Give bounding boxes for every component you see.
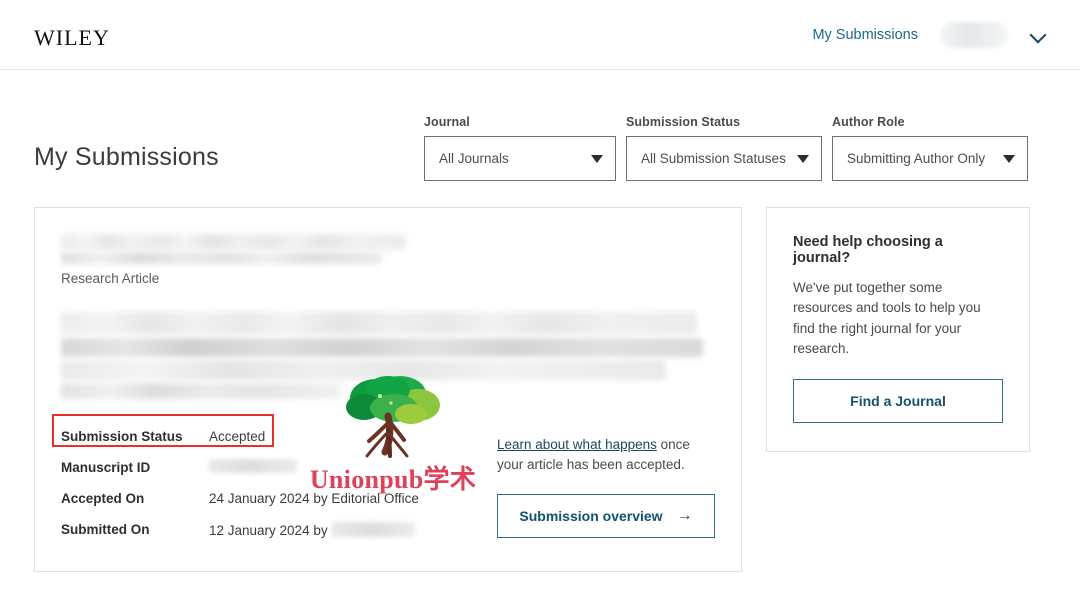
wiley-logo[interactable]: Wiley bbox=[34, 19, 110, 50]
abstract-line bbox=[61, 338, 703, 357]
abstract-line bbox=[61, 360, 666, 380]
page-title: My Submissions bbox=[34, 143, 219, 171]
meta-value: 12 January 2024 by bbox=[209, 521, 415, 538]
submission-title-redacted bbox=[61, 234, 406, 250]
submission-overview-button[interactable]: Submission overview → bbox=[497, 494, 715, 539]
journal-select[interactable]: All Journals bbox=[424, 136, 616, 181]
submission-status-select-value: All Submission Statuses bbox=[641, 151, 786, 166]
filter-bar: Journal All Journals Submission Status A… bbox=[424, 115, 1028, 181]
meta-key: Submitted On bbox=[61, 522, 150, 537]
meta-key: Manuscript ID bbox=[61, 460, 151, 475]
account-name-redacted[interactable] bbox=[940, 21, 1008, 48]
table-row: Submitted On 12 January 2024 by bbox=[61, 514, 461, 545]
help-card-title: Need help choosing a journal? bbox=[793, 234, 943, 266]
filter-author-role: Author Role Submitting Author Only bbox=[832, 115, 1028, 181]
meta-key: Submission Status bbox=[61, 429, 183, 444]
meta-key: Accepted On bbox=[61, 491, 145, 506]
filter-journal: Journal All Journals bbox=[424, 115, 616, 181]
abstract-line bbox=[61, 383, 341, 399]
filter-journal-label: Journal bbox=[424, 115, 470, 129]
submitter-name-redacted bbox=[330, 521, 415, 537]
submission-details-area: Submission Status Accepted Manuscript ID… bbox=[52, 414, 715, 545]
meta-value: 24 January 2024 by Editorial Office bbox=[209, 491, 419, 506]
help-choosing-journal-card: Need help choosing a journal? We've put … bbox=[766, 207, 1030, 452]
filter-submission-status: Submission Status All Submission Statuse… bbox=[626, 115, 822, 181]
submitted-on-value: 12 January 2024 by bbox=[209, 522, 328, 538]
header-right-group: My Submissions bbox=[812, 21, 1046, 48]
author-role-select[interactable]: Submitting Author Only bbox=[832, 136, 1028, 181]
help-card-text: We've put together some resources and to… bbox=[793, 280, 981, 356]
table-row: Submission Status Accepted bbox=[61, 421, 461, 452]
site-header: Wiley My Submissions bbox=[0, 0, 1080, 70]
manuscript-id-redacted bbox=[209, 459, 297, 473]
submission-status-select[interactable]: All Submission Statuses bbox=[626, 136, 822, 181]
submission-subtitle-redacted bbox=[61, 252, 383, 264]
learn-about-link[interactable]: Learn about what happens bbox=[497, 437, 657, 452]
author-role-select-value: Submitting Author Only bbox=[847, 151, 986, 166]
filter-submission-status-label: Submission Status bbox=[626, 115, 741, 129]
submission-card: Research Article Submission Status Accep… bbox=[34, 207, 742, 572]
table-row: Manuscript ID bbox=[61, 452, 461, 483]
main-content: Research Article Submission Status Accep… bbox=[0, 181, 1080, 572]
submission-actions: Learn about what happens once your artic… bbox=[461, 421, 715, 545]
page-top: My Submissions Journal All Journals Subm… bbox=[0, 70, 1080, 181]
article-type-label: Research Article bbox=[61, 271, 160, 286]
submission-meta-table: Submission Status Accepted Manuscript ID… bbox=[52, 414, 461, 545]
table-row: Accepted On 24 January 2024 by Editorial… bbox=[61, 483, 461, 514]
arrow-right-icon: → bbox=[676, 507, 693, 525]
status-badge: Accepted bbox=[209, 429, 266, 444]
find-a-journal-button[interactable]: Find a Journal bbox=[793, 379, 1003, 423]
chevron-down-icon[interactable] bbox=[1030, 27, 1046, 43]
caret-down-icon bbox=[1003, 154, 1015, 163]
my-submissions-link[interactable]: My Submissions bbox=[812, 27, 918, 43]
journal-select-value: All Journals bbox=[439, 151, 509, 166]
accepted-info-text: Learn about what happens once your artic… bbox=[497, 435, 701, 474]
submission-abstract-redacted bbox=[61, 312, 715, 399]
submission-overview-label: Submission overview bbox=[519, 508, 663, 525]
caret-down-icon bbox=[591, 154, 603, 163]
filter-author-role-label: Author Role bbox=[832, 115, 905, 129]
meta-value bbox=[209, 459, 297, 476]
abstract-line bbox=[61, 312, 697, 334]
caret-down-icon bbox=[797, 154, 809, 163]
